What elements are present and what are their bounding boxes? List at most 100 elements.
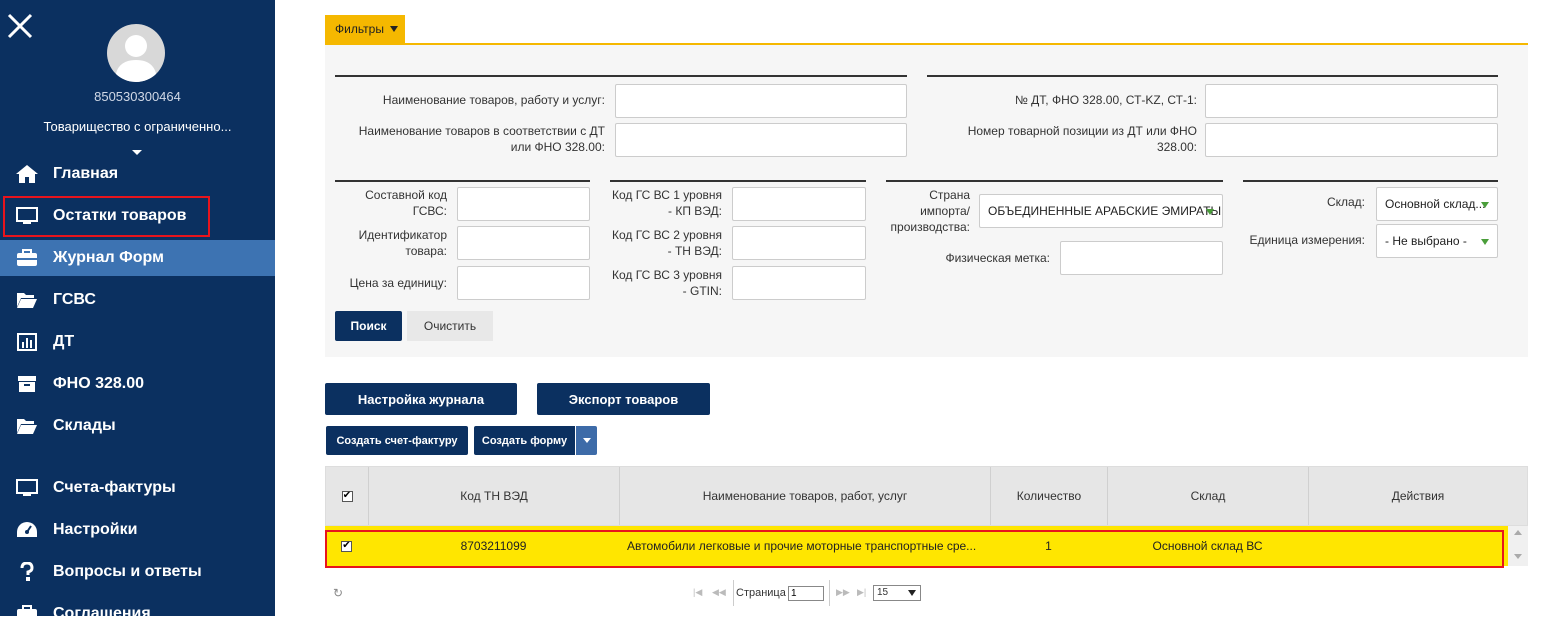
country-select-value: ОБЪЕДИНЕННЫЕ АРАБСКИЕ ЭМИРАТЫ (988, 204, 1222, 218)
sidebar-item-label: Журнал Форм (53, 249, 164, 266)
sidebar-item-faq[interactable]: Вопросы и ответы (0, 554, 275, 590)
label-line: Код ГС ВС 1 уровня (611, 188, 722, 202)
search-button[interactable]: Поиск (335, 311, 402, 341)
sidebar-item-label: Главная (53, 165, 119, 182)
clear-button[interactable]: Очистить (407, 311, 493, 341)
monitor-icon (14, 478, 40, 498)
level3-input[interactable] (732, 266, 866, 300)
sidebar-item-label: ФНО 328.00 (53, 375, 145, 392)
sidebar-item-fno[interactable]: ФНО 328.00 (0, 366, 275, 402)
column-header: Действия (1391, 489, 1445, 503)
section-divider (1243, 180, 1498, 182)
level2-label: Код ГС ВС 2 уровня - ТН ВЭД: (610, 227, 722, 259)
label-line: товара: (405, 244, 447, 258)
price-label: Цена за единицу: (349, 276, 447, 290)
dt-number-input[interactable] (1205, 84, 1498, 118)
first-page-icon[interactable]: |◀ (693, 587, 702, 598)
scroll-up-icon[interactable] (1514, 530, 1522, 535)
filters-tab[interactable]: Фильтры (325, 15, 405, 43)
label-line: Код ГС ВС 3 уровня (611, 268, 722, 282)
question-icon (14, 562, 40, 582)
label-line: - ТН ВЭД: (667, 244, 722, 258)
price-input[interactable] (457, 266, 590, 300)
level3-label: Код ГС ВС 3 уровня - GTIN: (610, 267, 722, 299)
label-line: 328.00: (1156, 140, 1197, 154)
prev-page-icon[interactable]: ◀◀ (712, 587, 726, 598)
page-number-input[interactable] (788, 586, 824, 601)
sidebar-item-warehouses[interactable]: Склады (0, 408, 275, 444)
level1-label: Код ГС ВС 1 уровня - КП ВЭД: (610, 187, 722, 219)
unit-label: Единица измерения: (1249, 233, 1365, 247)
section-divider (927, 75, 1498, 77)
position-input[interactable] (1205, 123, 1498, 157)
avatar[interactable] (107, 24, 165, 82)
create-form-button[interactable]: Создать форму (474, 426, 575, 455)
export-goods-button[interactable]: Экспорт товаров (537, 383, 710, 415)
goods-name-input[interactable] (615, 84, 907, 118)
country-select[interactable]: ОБЪЕДИНЕННЫЕ АРАБСКИЕ ЭМИРАТЫ (979, 194, 1223, 228)
sidebar-item-gsvs[interactable]: ГСВС (0, 282, 275, 318)
section-divider (886, 180, 1223, 182)
warehouse-select[interactable]: Основной склад... (1376, 187, 1498, 221)
goods-name-label: Наименование товаров, работу и услуг: (382, 93, 605, 107)
level1-input[interactable] (732, 187, 866, 221)
physical-mark-label: Физическая метка: (945, 251, 1050, 265)
create-invoice-button[interactable]: Создать счет-фактуру (326, 426, 468, 455)
archive-icon (14, 374, 40, 394)
label-line: Код ГС ВС 2 уровня (611, 228, 722, 242)
identifier-label: Идентификатор товара: (335, 227, 447, 259)
briefcase-icon (14, 248, 40, 268)
country-label: Страна импорта/производства: (886, 187, 970, 235)
sidebar-item-forms-journal[interactable]: Журнал Форм (0, 240, 275, 276)
folder-open-icon (14, 290, 40, 310)
column-header[interactable]: Количество (991, 467, 1108, 525)
page-label: Страница (736, 587, 786, 599)
user-menu-caret-icon[interactable] (132, 150, 142, 155)
section-divider (610, 180, 866, 182)
column-header[interactable]: Склад (1108, 467, 1309, 525)
refresh-icon[interactable]: ↻ (333, 586, 343, 600)
close-icon[interactable] (6, 12, 34, 40)
journal-settings-button[interactable]: Настройка журнала (325, 383, 517, 415)
create-form-dropdown[interactable] (576, 426, 597, 455)
chevron-down-icon (1481, 239, 1489, 245)
sidebar-item-home[interactable]: Главная (0, 156, 275, 192)
sidebar-item-settings[interactable]: Настройки (0, 512, 275, 548)
label-line: - КП ВЭД: (668, 204, 722, 218)
unit-select[interactable]: - Не выбрано - (1376, 224, 1498, 258)
composite-code-label: Составной код ГСВС: (335, 187, 447, 219)
goods-name-dt-input[interactable] (615, 123, 907, 157)
scroll-down-icon[interactable] (1514, 554, 1522, 559)
section-divider (335, 75, 907, 77)
select-all-checkbox[interactable]: ✔ (341, 490, 353, 502)
sidebar-item-label: Соглашения (53, 605, 151, 622)
column-header[interactable]: Код ТН ВЭД (369, 467, 620, 525)
level2-input[interactable] (732, 226, 866, 260)
table-scrollbar[interactable] (1508, 526, 1528, 566)
chevron-down-icon (582, 438, 591, 443)
home-icon (14, 164, 40, 184)
sidebar-item-label: Вопросы и ответы (53, 563, 202, 580)
sidebar-item-dt[interactable]: ДТ (0, 324, 275, 360)
label-line: - GTIN: (682, 284, 722, 298)
main-content: Фильтры Наименование товаров, работу и у… (275, 0, 1558, 616)
composite-code-input[interactable] (457, 187, 590, 221)
sidebar-item-invoices[interactable]: Счета-фактуры (0, 470, 275, 506)
position-label: Номер товарной позиции из ДТ или ФНО 328.… (927, 123, 1197, 155)
sidebar-item-label: ДТ (53, 333, 75, 350)
chevron-down-icon (1206, 209, 1214, 215)
page-size-select[interactable]: 15 (873, 585, 921, 601)
last-page-icon[interactable]: ▶| (857, 587, 866, 598)
warehouse-select-value: Основной склад... (1385, 197, 1486, 211)
physical-mark-input[interactable] (1060, 241, 1223, 275)
section-divider (335, 180, 590, 182)
pager-divider (829, 580, 830, 606)
identifier-input[interactable] (457, 226, 590, 260)
folder-open-icon (14, 416, 40, 436)
column-header[interactable]: Наименование товаров, работ, услуг (620, 467, 991, 525)
highlight-box (325, 530, 1504, 568)
sidebar-item-agreements[interactable]: Соглашения (0, 596, 275, 632)
pager: ↻ |◀ ◀◀ Страница ▶▶ ▶| 15 (325, 580, 1528, 606)
next-page-icon[interactable]: ▶▶ (836, 587, 850, 598)
label-line: ГСВС: (412, 204, 447, 218)
